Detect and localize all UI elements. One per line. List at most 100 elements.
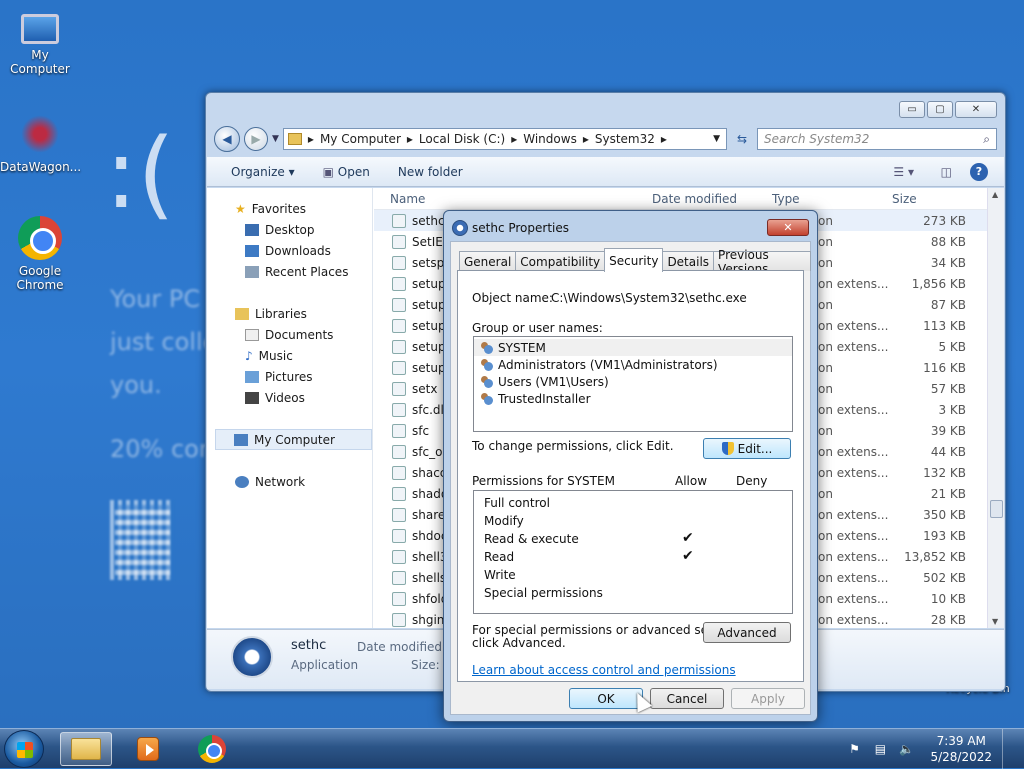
scroll-down-icon[interactable]: ▼	[992, 617, 998, 626]
start-button[interactable]	[4, 730, 44, 768]
tab-strip: General Compatibility Security Details P…	[459, 248, 811, 276]
nav-videos[interactable]: Videos	[207, 387, 372, 408]
breadcrumb-my-computer[interactable]: My Computer	[320, 132, 401, 146]
tab-details[interactable]: Details	[662, 251, 715, 271]
file-size: 28 KB	[930, 612, 966, 627]
scroll-thumb[interactable]	[990, 500, 1003, 518]
new-folder-button[interactable]: New folder	[398, 165, 463, 179]
file-size: 350 KB	[923, 507, 966, 522]
volume-icon[interactable]: 🔈	[898, 742, 914, 756]
nav-libraries[interactable]: Libraries	[207, 303, 372, 324]
dialog-body: General Compatibility Security Details P…	[450, 241, 811, 715]
user-list[interactable]: SYSTEM Administrators (VM1\Administrator…	[473, 336, 793, 432]
file-type: on extens...	[818, 549, 889, 564]
file-icon	[392, 276, 406, 291]
advanced-button[interactable]: Advanced	[703, 622, 791, 643]
breadcrumb-system32[interactable]: System32	[595, 132, 655, 146]
learn-access-control-link[interactable]: Learn about access control and permissio…	[472, 663, 736, 677]
file-icon	[392, 612, 406, 627]
user-item-users[interactable]: Users (VM1\Users)	[474, 373, 792, 390]
help-icon[interactable]: ?	[970, 162, 988, 181]
sethc-icon	[452, 220, 468, 236]
desktop-icon-my-computer[interactable]: My Computer	[0, 8, 80, 76]
recent-pages-chevron-icon[interactable]: ▼	[272, 134, 279, 144]
apply-button[interactable]: Apply	[731, 688, 805, 709]
nav-music[interactable]: ♪ Music	[207, 345, 372, 366]
close-button[interactable]: ✕	[955, 101, 997, 118]
permissions-list[interactable]: Full control Modify Read & execute Read …	[473, 490, 793, 614]
clock[interactable]: 7:39 AM 5/28/2022	[930, 733, 992, 765]
nav-favorites[interactable]: ★ Favorites	[207, 198, 372, 219]
open-button[interactable]: ▣ Open	[323, 165, 370, 179]
desktop-icon-datawagon[interactable]: DataWagon...	[0, 112, 81, 174]
tab-security[interactable]: Security	[604, 248, 664, 272]
search-icon[interactable]: ⌕	[983, 132, 990, 147]
nav-my-computer[interactable]: My Computer	[215, 429, 372, 450]
address-dropdown-icon[interactable]: ▼	[713, 134, 720, 144]
tab-general[interactable]: General	[459, 251, 517, 271]
file-type: on extens...	[818, 402, 889, 417]
vertical-scrollbar[interactable]: ▲ ▼	[987, 188, 1004, 628]
show-desktop-button[interactable]	[1002, 729, 1016, 769]
minimize-button[interactable]: ▭	[899, 101, 925, 118]
user-item-system[interactable]: SYSTEM	[474, 339, 792, 356]
nav-pictures[interactable]: Pictures	[207, 366, 372, 387]
nav-downloads[interactable]: Downloads	[207, 240, 372, 261]
wallpaper-text-line: you.	[110, 371, 162, 399]
back-button[interactable]: ◀	[214, 126, 240, 152]
cancel-button[interactable]: Cancel	[650, 688, 724, 709]
file-type: on extens...	[818, 570, 889, 585]
taskbar-media-player[interactable]	[122, 732, 174, 766]
file-size: 44 KB	[930, 444, 966, 459]
change-view-icon[interactable]: ☰ ▾	[893, 165, 914, 179]
file-size: 116 KB	[923, 360, 966, 375]
file-type: on extens...	[818, 528, 889, 543]
file-type: on extens...	[818, 591, 889, 606]
breadcrumb-windows[interactable]: Windows	[523, 132, 577, 146]
tab-previous-versions[interactable]: Previous Versions	[713, 248, 811, 276]
column-date-modified[interactable]: Date modified	[652, 192, 737, 206]
media-player-icon	[137, 737, 159, 761]
forward-button[interactable]: ▶	[244, 127, 268, 151]
maximize-button[interactable]: ▢	[927, 101, 953, 118]
file-icon	[392, 381, 406, 396]
user-item-trustedinstaller[interactable]: TrustedInstaller	[474, 390, 792, 407]
user-group-icon	[480, 358, 494, 371]
open-icon: ▣	[322, 164, 334, 179]
breadcrumb-local-disk[interactable]: Local Disk (C:)	[419, 132, 505, 146]
network-icon[interactable]: ▤	[872, 742, 888, 756]
column-type[interactable]: Type	[772, 192, 800, 206]
file-type: on	[818, 213, 833, 228]
dialog-close-button[interactable]: ✕	[767, 219, 809, 236]
taskbar-explorer[interactable]	[60, 732, 112, 766]
column-name[interactable]: Name	[390, 192, 425, 206]
address-bar[interactable]: ▸ My Computer ▸ Local Disk (C:) ▸ Window…	[282, 128, 727, 150]
action-center-flag-icon[interactable]: ⚑	[846, 742, 862, 756]
column-size[interactable]: Size	[892, 192, 917, 206]
allow-check-icon: ✔	[682, 548, 694, 564]
refresh-icon[interactable]: ⇆	[731, 132, 753, 146]
edit-button[interactable]: Edit...	[703, 438, 791, 459]
address-separator-icon: ▸	[582, 132, 589, 146]
file-size: 132 KB	[923, 465, 966, 480]
nav-documents[interactable]: Documents	[207, 324, 372, 345]
preview-pane-icon[interactable]: ◫	[941, 165, 952, 179]
file-type: on extens...	[818, 339, 889, 354]
scroll-up-icon[interactable]: ▲	[992, 190, 998, 199]
file-icon	[392, 360, 406, 375]
chrome-icon	[18, 216, 62, 260]
user-item-administrators[interactable]: Administrators (VM1\Administrators)	[474, 356, 792, 373]
taskbar-chrome[interactable]	[186, 732, 238, 766]
user-group-icon	[480, 392, 494, 405]
desktop-icon-google-chrome[interactable]: Google Chrome	[0, 216, 80, 292]
perm-full-control: Full control	[484, 496, 550, 510]
address-separator-icon: ▸	[511, 132, 518, 146]
organize-menu[interactable]: Organize ▾	[231, 165, 295, 179]
file-name: setx	[412, 381, 438, 396]
perm-write: Write	[484, 568, 516, 582]
tab-compatibility[interactable]: Compatibility	[515, 251, 606, 271]
nav-desktop[interactable]: Desktop	[207, 219, 372, 240]
search-input[interactable]: Search System32 ⌕	[757, 128, 997, 150]
nav-recent-places[interactable]: Recent Places	[207, 261, 372, 282]
nav-network[interactable]: Network	[207, 471, 372, 492]
